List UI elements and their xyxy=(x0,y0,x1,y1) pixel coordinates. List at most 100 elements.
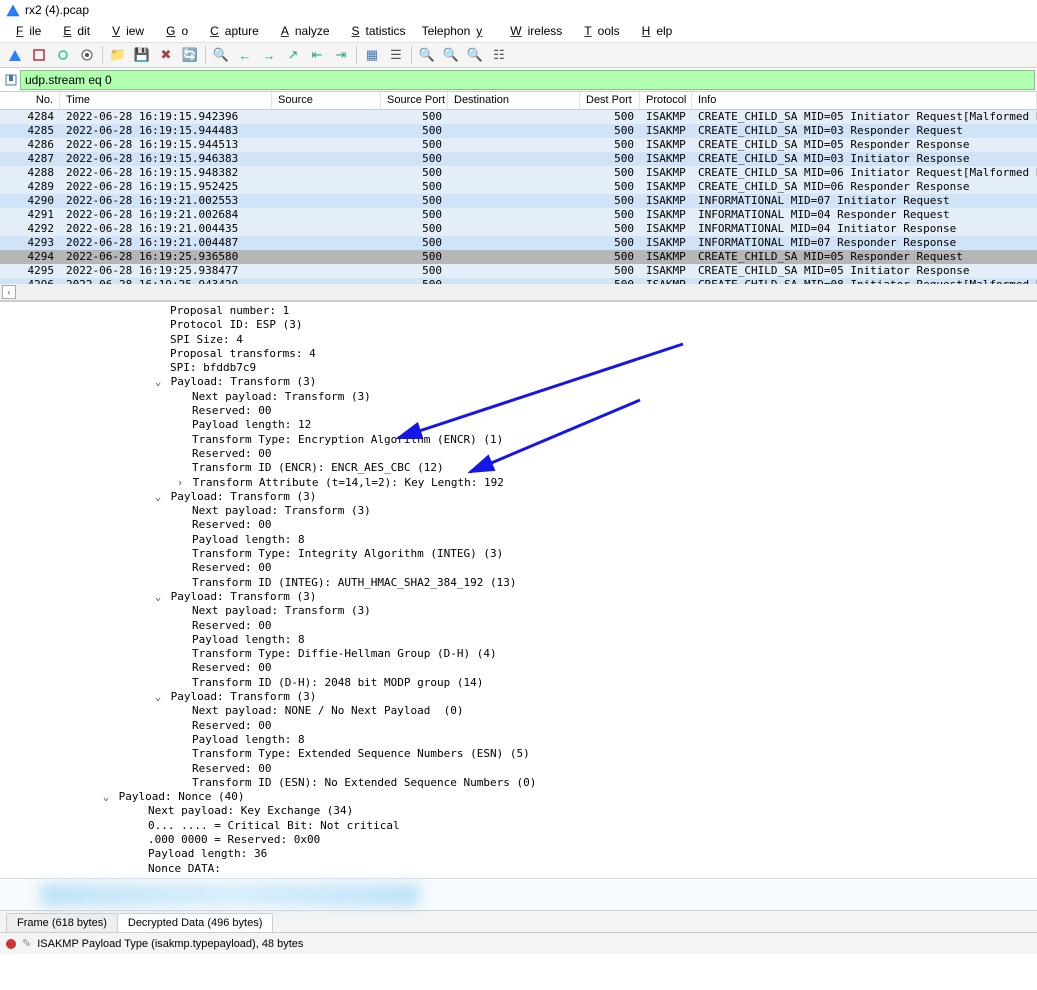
scroll-left-icon[interactable]: ‹ xyxy=(2,285,16,299)
detail-line[interactable]: Reserved: 00 xyxy=(0,661,1037,675)
table-row[interactable]: 42852022-06-28 16:19:15.944483500500ISAK… xyxy=(0,124,1037,138)
detail-line[interactable]: Nonce DATA: xyxy=(0,862,1037,876)
detail-line[interactable]: Transform Type: Integrity Algorithm (INT… xyxy=(0,547,1037,561)
resize-columns-icon[interactable]: ☷ xyxy=(488,44,510,66)
display-filter-input[interactable] xyxy=(20,70,1035,90)
detail-line[interactable]: ⌄ Payload: Transform (3) xyxy=(0,590,1037,604)
detail-line[interactable]: Reserved: 00 xyxy=(0,719,1037,733)
jump-icon[interactable]: ↗ xyxy=(282,44,304,66)
save-icon[interactable]: 💾 xyxy=(131,44,153,66)
detail-line[interactable]: Proposal number: 1 xyxy=(0,304,1037,318)
col-time[interactable]: Time xyxy=(60,92,272,109)
table-row[interactable]: 42902022-06-28 16:19:21.002553500500ISAK… xyxy=(0,194,1037,208)
options-icon[interactable] xyxy=(76,44,98,66)
detail-line[interactable]: Reserved: 00 xyxy=(0,619,1037,633)
stop-capture-icon[interactable] xyxy=(28,44,50,66)
menu-edit[interactable]: Edit xyxy=(51,22,96,40)
menu-view[interactable]: View xyxy=(100,22,150,40)
forward-icon[interactable]: → xyxy=(258,44,280,66)
table-row[interactable]: 42942022-06-28 16:19:25.936580500500ISAK… xyxy=(0,250,1037,264)
find-icon[interactable]: 🔍 xyxy=(210,44,232,66)
detail-line[interactable]: Next payload: Transform (3) xyxy=(0,604,1037,618)
detail-line[interactable]: Next payload: Transform (3) xyxy=(0,390,1037,404)
autoscroll-icon[interactable]: ▦ xyxy=(361,44,383,66)
start-capture-icon[interactable] xyxy=(4,44,26,66)
menu-capture[interactable]: Capture xyxy=(198,22,265,40)
table-row[interactable]: 42952022-06-28 16:19:25.938477500500ISAK… xyxy=(0,264,1037,278)
last-icon[interactable]: ⇥ xyxy=(330,44,352,66)
detail-line[interactable]: Payload length: 8 xyxy=(0,533,1037,547)
col-protocol[interactable]: Protocol xyxy=(640,92,692,109)
zoom-reset-icon[interactable]: 🔍 xyxy=(464,44,486,66)
detail-line[interactable]: Transform ID (INTEG): AUTH_HMAC_SHA2_384… xyxy=(0,576,1037,590)
detail-line[interactable]: Reserved: 00 xyxy=(0,404,1037,418)
tab-frame[interactable]: Frame (618 bytes) xyxy=(6,913,118,932)
col-source-port[interactable]: Source Port xyxy=(381,92,448,109)
detail-line[interactable]: › Transform Attribute (t=14,l=2): Key Le… xyxy=(0,476,1037,490)
colorize-icon[interactable]: ☰ xyxy=(385,44,407,66)
detail-line[interactable]: ⌄ Payload: Transform (3) xyxy=(0,690,1037,704)
detail-line[interactable]: Next payload: Key Exchange (34) xyxy=(0,804,1037,818)
table-row[interactable]: 42892022-06-28 16:19:15.952425500500ISAK… xyxy=(0,180,1037,194)
detail-line[interactable]: Transform ID (ESN): No Extended Sequence… xyxy=(0,776,1037,790)
first-icon[interactable]: ⇤ xyxy=(306,44,328,66)
detail-line[interactable]: Transform ID (ENCR): ENCR_AES_CBC (12) xyxy=(0,461,1037,475)
detail-line[interactable]: Transform Type: Diffie-Hellman Group (D-… xyxy=(0,647,1037,661)
detail-line[interactable]: Transform ID (D-H): 2048 bit MODP group … xyxy=(0,676,1037,690)
restart-capture-icon[interactable] xyxy=(52,44,74,66)
col-destination[interactable]: Destination xyxy=(448,92,580,109)
table-row[interactable]: 42862022-06-28 16:19:15.944513500500ISAK… xyxy=(0,138,1037,152)
packet-list-header[interactable]: No. Time Source Source Port Destination … xyxy=(0,92,1037,110)
menu-statistics[interactable]: Statistics xyxy=(340,22,412,40)
menu-tools[interactable]: Tools xyxy=(572,22,625,40)
detail-line[interactable]: Payload length: 36 xyxy=(0,847,1037,861)
menu-telephony[interactable]: Telephony xyxy=(416,22,495,40)
reload-icon[interactable]: 🔄 xyxy=(179,44,201,66)
menu-analyze[interactable]: Analyze xyxy=(269,22,336,40)
detail-line[interactable]: Proposal transforms: 4 xyxy=(0,347,1037,361)
menu-go[interactable]: Go xyxy=(154,22,194,40)
detail-line[interactable]: SPI: bfddb7c9 xyxy=(0,361,1037,375)
packet-details[interactable]: Proposal number: 1Protocol ID: ESP (3)SP… xyxy=(0,302,1037,878)
detail-line[interactable]: .000 0000 = Reserved: 0x00 xyxy=(0,833,1037,847)
table-row[interactable]: 42882022-06-28 16:19:15.948382500500ISAK… xyxy=(0,166,1037,180)
edit-icon[interactable]: ✎ xyxy=(22,937,31,950)
detail-line[interactable]: Reserved: 00 xyxy=(0,762,1037,776)
col-info[interactable]: Info xyxy=(692,92,1037,109)
detail-line[interactable]: ⌄ Payload: Transform (3) xyxy=(0,375,1037,389)
detail-line[interactable]: Next payload: Transform (3) xyxy=(0,504,1037,518)
detail-line[interactable]: Next payload: NONE / No Next Payload (0) xyxy=(0,704,1037,718)
menu-wireless[interactable]: Wireless xyxy=(498,22,568,40)
detail-line[interactable]: Protocol ID: ESP (3) xyxy=(0,318,1037,332)
table-row[interactable]: 42872022-06-28 16:19:15.946383500500ISAK… xyxy=(0,152,1037,166)
table-row[interactable]: 42932022-06-28 16:19:21.004487500500ISAK… xyxy=(0,236,1037,250)
table-row[interactable]: 42842022-06-28 16:19:15.942396500500ISAK… xyxy=(0,110,1037,124)
detail-line[interactable]: Payload length: 12 xyxy=(0,418,1037,432)
horizontal-scrollbar[interactable]: ‹ xyxy=(0,284,1037,301)
col-source[interactable]: Source xyxy=(272,92,381,109)
detail-line[interactable]: Reserved: 00 xyxy=(0,518,1037,532)
detail-line[interactable]: Payload length: 8 xyxy=(0,733,1037,747)
close-icon[interactable]: ✖ xyxy=(155,44,177,66)
col-no[interactable]: No. xyxy=(0,92,60,109)
detail-line[interactable]: Transform Type: Encryption Algorithm (EN… xyxy=(0,433,1037,447)
menu-file[interactable]: File xyxy=(4,22,47,40)
col-dest-port[interactable]: Dest Port xyxy=(580,92,640,109)
table-row[interactable]: 42912022-06-28 16:19:21.002684500500ISAK… xyxy=(0,208,1037,222)
detail-line[interactable]: ⌄ Payload: Transform (3) xyxy=(0,490,1037,504)
detail-line[interactable]: Reserved: 00 xyxy=(0,561,1037,575)
back-icon[interactable]: ← xyxy=(234,44,256,66)
detail-line[interactable]: Payload length: 8 xyxy=(0,633,1037,647)
detail-line[interactable]: 0... .... = Critical Bit: Not critical xyxy=(0,819,1037,833)
open-icon[interactable]: 📁 xyxy=(107,44,129,66)
tab-decrypted[interactable]: Decrypted Data (496 bytes) xyxy=(117,913,274,932)
zoom-in-icon[interactable]: 🔍 xyxy=(416,44,438,66)
filter-bookmark-icon[interactable] xyxy=(2,71,20,89)
detail-line[interactable]: SPI Size: 4 xyxy=(0,333,1037,347)
packet-list-body[interactable]: 42842022-06-28 16:19:15.942396500500ISAK… xyxy=(0,110,1037,284)
table-row[interactable]: 42962022-06-28 16:19:25.943429500500ISAK… xyxy=(0,278,1037,284)
zoom-out-icon[interactable]: 🔍 xyxy=(440,44,462,66)
detail-line[interactable]: ⌄ Payload: Nonce (40) xyxy=(0,790,1037,804)
detail-line[interactable]: Reserved: 00 xyxy=(0,447,1037,461)
detail-line[interactable]: Transform Type: Extended Sequence Number… xyxy=(0,747,1037,761)
